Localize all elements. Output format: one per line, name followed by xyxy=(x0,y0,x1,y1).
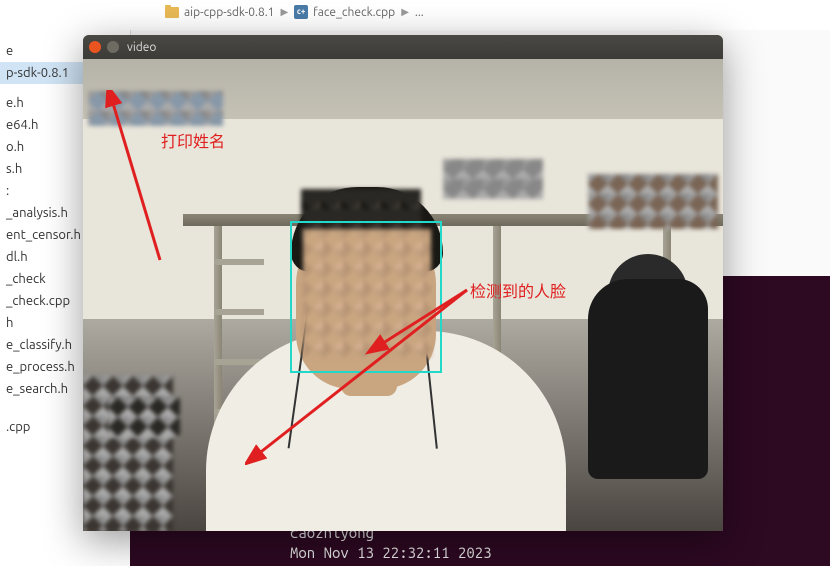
terminal-output-line: Mon Nov 13 22:32:11 2023 xyxy=(290,543,492,563)
minimize-icon[interactable] xyxy=(107,41,119,53)
close-icon[interactable] xyxy=(89,41,101,53)
chevron-right-icon: ▶ xyxy=(401,6,409,18)
name-overlay-censored xyxy=(88,91,223,126)
cpp-icon: c+ xyxy=(294,5,308,19)
video-frame xyxy=(83,59,723,531)
folder-icon xyxy=(165,7,179,18)
window-title: video xyxy=(127,41,156,54)
chevron-right-icon: ▶ xyxy=(280,6,288,18)
breadcrumb-folder-label: aip-cpp-sdk-0.8.1 xyxy=(184,6,274,19)
breadcrumb-folder[interactable]: aip-cpp-sdk-0.8.1 xyxy=(165,6,274,19)
breadcrumb: aip-cpp-sdk-0.8.1 ▶ c+ face_check.cpp ▶ … xyxy=(165,5,424,19)
breadcrumb-file-label: face_check.cpp xyxy=(313,6,395,19)
breadcrumb-more[interactable]: ... xyxy=(415,6,424,19)
window-titlebar[interactable]: video xyxy=(83,35,723,59)
breadcrumb-file[interactable]: c+ face_check.cpp xyxy=(294,5,395,19)
video-window[interactable]: video xyxy=(83,35,723,531)
